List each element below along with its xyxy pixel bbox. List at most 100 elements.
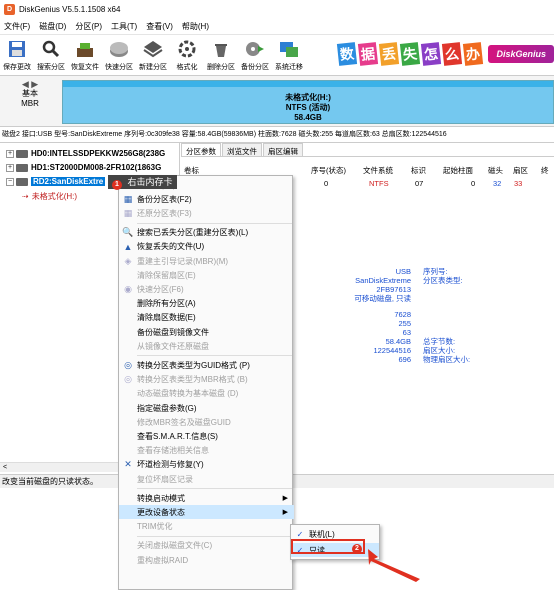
context-menu-item[interactable]: ▲ 恢复丢失的文件(U) — [119, 240, 294, 254]
context-menu-item[interactable]: 查看S.M.A.R.T.信息(S) — [119, 429, 294, 443]
partition-block[interactable]: 未格式化(H:) NTFS (活动) 58.4GB — [62, 80, 554, 124]
tab-partition-params[interactable]: 分区参数 — [181, 143, 221, 156]
prop-label-sector-size: 扇区大小: — [423, 346, 456, 355]
context-menu-item[interactable]: 备份磁盘到镜像文件 — [119, 325, 294, 339]
recover-files-button[interactable]: 恢复文件 — [68, 35, 102, 75]
context-menu-label: 备份分区表(F2) — [137, 194, 192, 204]
annotation-text: 右击内存卡 — [127, 177, 173, 187]
banner-char: 数 — [336, 42, 358, 66]
context-menu-item: TRIM优化 — [119, 520, 294, 534]
col-filesystem: 文件系统 — [363, 166, 393, 175]
context-menu: 分区表(F8)▦备份分区表(F2)▦还原分区表(F3)🔍搜索已丢失分区(重建分区… — [118, 175, 294, 590]
menu-file[interactable]: 文件(F) — [4, 21, 30, 32]
context-menu-label: 坏道检测与修复(Y) — [137, 460, 204, 470]
repair-icon: ✕ — [124, 459, 132, 470]
format-label: 格式化 — [176, 64, 198, 71]
quick-partition-label: 快速分区 — [105, 64, 133, 71]
context-menu-item: ◉ 快速分区(F6) — [119, 282, 294, 296]
cell-start-cyl: 0 — [471, 179, 476, 188]
context-menu-item: 动态磁盘转换为基本磁盘 (D) — [119, 387, 294, 401]
disk-props-labels: 序列号: 分区表类型: — [423, 267, 543, 285]
col-start-cyl: 起始柱面 — [443, 166, 473, 175]
context-menu-item[interactable]: 更改设备状态 ▶ — [119, 505, 294, 520]
context-menu-label: TRIM优化 — [137, 522, 173, 532]
menu-help[interactable]: 帮助(H) — [182, 21, 209, 32]
backup-icon — [244, 39, 266, 59]
context-menu-item[interactable]: 清除扇区数据(E) — [119, 311, 294, 325]
prop-label-phys-sector: 物理扇区大小: — [423, 355, 471, 364]
menu-disk[interactable]: 磁盘(D) — [39, 21, 66, 32]
annotation-arrow-icon — [368, 549, 420, 582]
context-menu-item[interactable]: 转换启动模式 ▶ — [119, 491, 294, 505]
collapse-icon[interactable]: − — [6, 177, 14, 186]
recover-files-label: 恢复文件 — [71, 64, 99, 71]
search-partition-button[interactable]: 搜索分区 — [34, 35, 68, 75]
context-menu-label: 删除所有分区(A) — [137, 299, 196, 309]
disk-icon — [16, 177, 28, 186]
prop-type: 可移动磁盘, 只读 — [354, 294, 411, 303]
col-sector: 扇区 — [513, 166, 528, 175]
menu-partition[interactable]: 分区(P) — [75, 21, 102, 32]
backup-partition-button[interactable]: 备份分区 — [238, 35, 272, 75]
context-menu-label: 更改设备状态 — [137, 507, 185, 517]
context-menu-item: 查看存储池相关信息 — [119, 444, 294, 458]
menu-separator — [137, 488, 292, 490]
context-menu-item: ◎ 转换分区表类型为MBR格式 (B) — [119, 373, 294, 387]
col-head: 磁头 — [488, 166, 503, 175]
new-partition-button[interactable]: 新建分区 — [136, 35, 170, 75]
context-menu-item[interactable]: ▦ 备份分区表(F2) — [119, 192, 294, 206]
new-partition-label: 新建分区 — [139, 64, 167, 71]
window-title: DiskGenius V5.5.1.1508 x64 — [19, 4, 121, 14]
migrate-icon — [278, 39, 300, 59]
context-menu-label: 清除扇区数据(E) — [137, 313, 196, 323]
check-icon: ✓ — [296, 529, 304, 539]
delete-partition-button[interactable]: 删除分区 — [204, 35, 238, 75]
expand-icon[interactable]: + — [6, 163, 14, 172]
prop-heads: 255 — [398, 319, 411, 328]
context-menu-item[interactable]: 删除所有分区(A) — [119, 297, 294, 311]
search-icon — [40, 39, 62, 59]
col-index: 序号(状态) — [311, 166, 346, 175]
context-menu-item: 清除保留扇区(E) — [119, 268, 294, 282]
tree-item-label: HD0:INTELSSDPEKKW256G8(238G — [31, 149, 166, 158]
delete-icon — [210, 39, 232, 59]
disk-type-label: 基本 — [22, 89, 38, 98]
tree-item-hd1[interactable]: + HD1:ST2000DM008-2FR102(1863G — [6, 163, 161, 172]
menu-view[interactable]: 查看(V) — [146, 21, 173, 32]
migrate-system-button[interactable]: 系统迁移 — [272, 35, 306, 75]
disk-nav-arrows-icon[interactable]: ◀ ▶ — [4, 79, 56, 89]
context-menu-item: ▦ 还原分区表(F3) — [119, 206, 294, 220]
menu-tools[interactable]: 工具(T) — [111, 21, 137, 32]
migrate-system-label: 系统迁移 — [275, 64, 303, 71]
disk-info-bar: 磁盘2 接口:USB 型号:SanDiskExtreme 序列号:0c309fe… — [0, 127, 554, 143]
menu-separator — [137, 222, 292, 224]
context-menu-item: 关闭虚拟磁盘文件(C) — [119, 539, 294, 553]
expand-icon[interactable]: + — [6, 149, 14, 158]
context-menu-label: 转换分区表类型为MBR格式 (B) — [137, 375, 248, 385]
tree-item-partition[interactable]: ⇢ 未格式化(H:) — [22, 191, 77, 202]
app-icon: D — [4, 3, 15, 15]
context-menu-item[interactable]: ◎ 转换分区表类型为GUID格式 (P) — [119, 358, 294, 372]
tab-browse-files[interactable]: 浏览文件 — [222, 143, 262, 156]
context-menu-item[interactable]: 指定磁盘参数(G) — [119, 401, 294, 415]
disk-table-type-label: MBR — [21, 99, 39, 108]
quick-partition-icon — [108, 39, 130, 59]
context-menu-item: 修改MBR签名及磁盘GUID — [119, 415, 294, 429]
context-menu-item[interactable]: ✕ 坏道检测与修复(Y) — [119, 458, 294, 472]
context-menu-label: 恢复丢失的文件(U) — [137, 242, 205, 252]
format-button[interactable]: 格式化 — [170, 35, 204, 75]
tree-item-rd2[interactable]: − RD2:SanDiskExtre — [6, 177, 106, 186]
partition-icon: ⇢ — [22, 192, 29, 201]
cell-id: 07 — [415, 179, 424, 188]
quick-partition-button[interactable]: 快速分区 — [102, 35, 136, 75]
promo-banner[interactable]: 数 据 丢 失 怎 么 办 DiskGenius — [336, 34, 554, 74]
mbr-icon: ◈ — [124, 255, 132, 266]
partition-fs: NTFS (活动) — [285, 103, 331, 112]
search-icon: 🔍 — [122, 227, 134, 238]
banner-char: 办 — [462, 42, 483, 66]
tab-sector-edit[interactable]: 扇区编辑 — [263, 143, 303, 156]
tree-item-hd0[interactable]: + HD0:INTELSSDPEKKW256G8(238G — [6, 149, 165, 158]
save-button[interactable]: 保存更改 — [0, 35, 34, 75]
prop-sectors-per-track: 63 — [402, 328, 411, 337]
context-menu-item[interactable]: 🔍 搜索已丢失分区(重建分区表)(L) — [119, 226, 294, 240]
